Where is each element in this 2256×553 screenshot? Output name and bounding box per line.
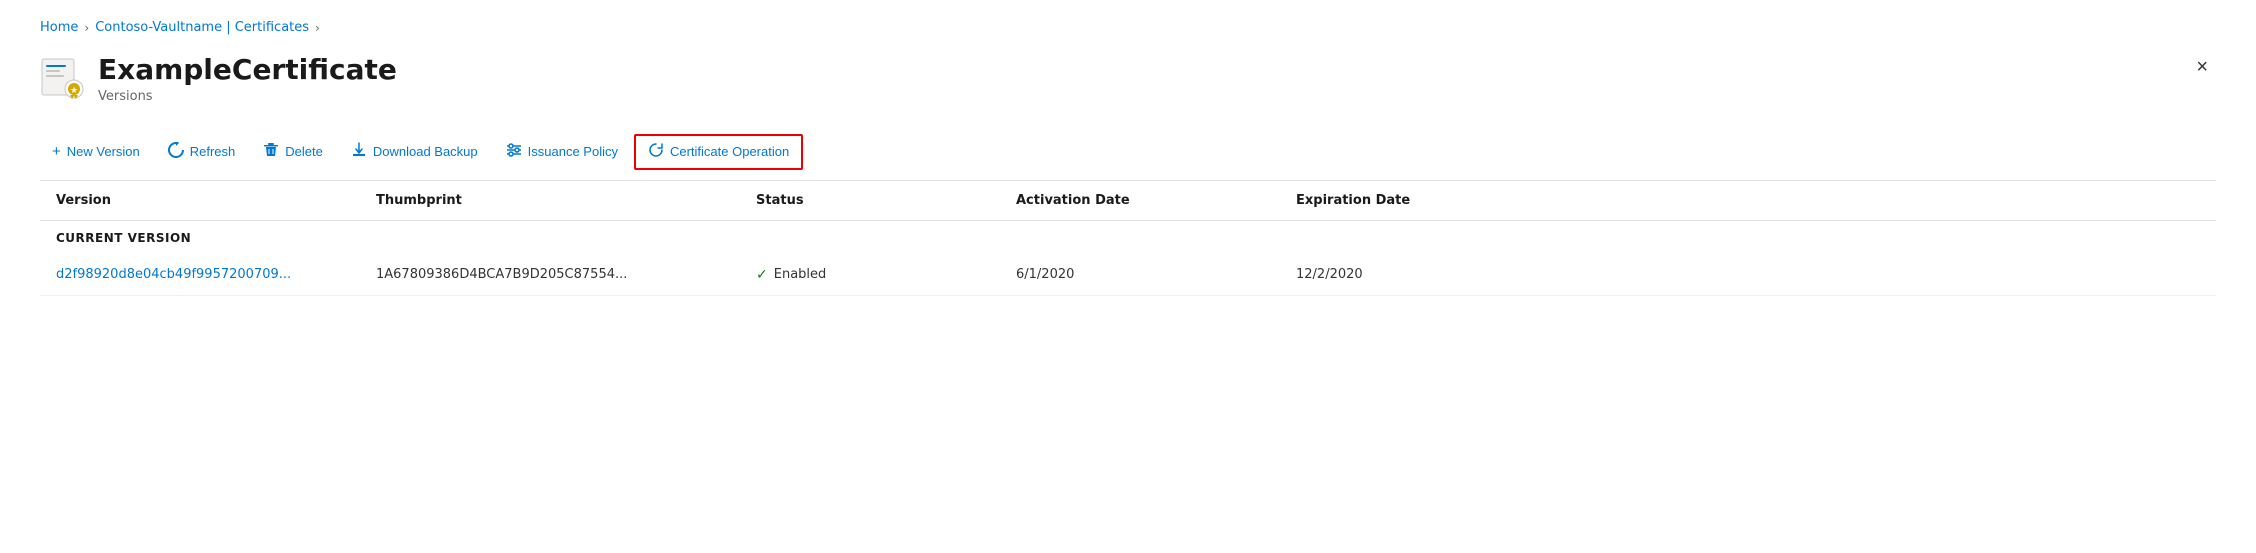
page-container: Home › Contoso-Vaultname | Certificates …: [0, 0, 2256, 553]
cert-operation-icon: [648, 142, 664, 162]
certificate-icon: ★: [40, 55, 84, 99]
table-row[interactable]: d2f98920d8e04cb49f9957200709... 1A678093…: [40, 255, 2216, 296]
download-backup-button[interactable]: Download Backup: [339, 136, 490, 168]
issuance-policy-button[interactable]: Issuance Policy: [494, 136, 630, 168]
header-row: ★ ExampleCertificate Versions ×: [40, 53, 2216, 104]
table-section: Version Thumbprint Status Activation Dat…: [40, 181, 2216, 296]
cell-expiration-date: 12/2/2020: [1296, 267, 1576, 282]
breadcrumb: Home › Contoso-Vaultname | Certificates …: [40, 20, 2216, 35]
col-expiration-date: Expiration Date: [1296, 193, 1576, 208]
version-link[interactable]: d2f98920d8e04cb49f9957200709...: [56, 267, 291, 282]
issuance-policy-icon: [506, 142, 522, 162]
issuance-policy-label: Issuance Policy: [528, 144, 618, 159]
title-text: ExampleCertificate Versions: [98, 53, 397, 104]
breadcrumb-sep-1: ›: [84, 21, 89, 35]
certificate-operation-label: Certificate Operation: [670, 144, 789, 159]
col-activation-date: Activation Date: [1016, 193, 1296, 208]
delete-icon: [263, 142, 279, 162]
page-subtitle: Versions: [98, 89, 397, 104]
cell-activation-date: 6/1/2020: [1016, 267, 1296, 282]
download-icon: [351, 142, 367, 162]
cell-version: d2f98920d8e04cb49f9957200709...: [56, 267, 376, 282]
status-text: Enabled: [774, 267, 827, 282]
breadcrumb-home[interactable]: Home: [40, 20, 78, 35]
plus-icon: +: [52, 143, 61, 160]
table-header: Version Thumbprint Status Activation Dat…: [40, 181, 2216, 221]
new-version-button[interactable]: + New Version: [40, 137, 152, 166]
col-thumbprint: Thumbprint: [376, 193, 756, 208]
refresh-label: Refresh: [190, 144, 236, 159]
close-button[interactable]: ×: [2188, 53, 2216, 81]
new-version-label: New Version: [67, 144, 140, 159]
check-icon: ✓: [756, 267, 768, 283]
cell-thumbprint: 1A67809386D4BCA7B9D205C87554...: [376, 267, 756, 282]
current-version-label: CURRENT VERSION: [40, 221, 2216, 255]
delete-label: Delete: [285, 144, 323, 159]
page-title: ExampleCertificate: [98, 53, 397, 87]
refresh-icon: [168, 142, 184, 162]
refresh-button[interactable]: Refresh: [156, 136, 248, 168]
col-status: Status: [756, 193, 1016, 208]
breadcrumb-sep-2: ›: [315, 21, 320, 35]
svg-text:★: ★: [70, 86, 78, 96]
download-backup-label: Download Backup: [373, 144, 478, 159]
title-section: ★ ExampleCertificate Versions: [40, 53, 397, 104]
breadcrumb-certificates[interactable]: Contoso-Vaultname | Certificates: [95, 20, 309, 35]
cell-status: ✓ Enabled: [756, 267, 1016, 283]
col-version: Version: [56, 193, 376, 208]
toolbar: + New Version Refresh Delete: [40, 124, 2216, 181]
certificate-operation-button[interactable]: Certificate Operation: [634, 134, 803, 170]
delete-button[interactable]: Delete: [251, 136, 335, 168]
